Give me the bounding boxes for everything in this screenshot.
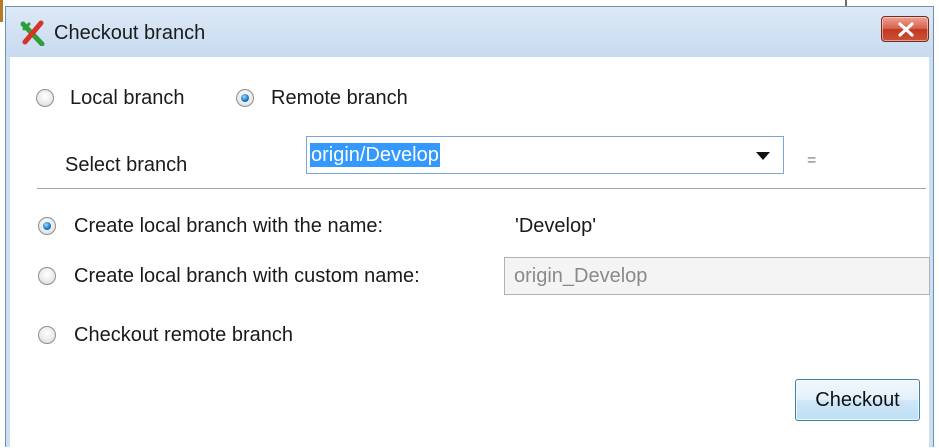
window-title: Checkout branch — [54, 22, 206, 44]
remote-branch-label[interactable]: Remote branch — [271, 86, 408, 110]
create-named-branch-radio[interactable] — [38, 217, 56, 235]
custom-branch-name-field[interactable] — [504, 257, 930, 295]
create-named-branch-label[interactable]: Create local branch with the name: — [74, 214, 383, 238]
dialog-body: Local branch Remote branch Select branch… — [10, 57, 930, 448]
selected-branch-value[interactable]: origin/Develop — [310, 143, 440, 167]
custom-branch-name-input[interactable] — [505, 258, 929, 294]
checkout-button[interactable]: Checkout — [795, 379, 920, 421]
branch-equals-indicator: = — [807, 152, 817, 169]
section-divider — [37, 188, 926, 189]
select-branch-label: Select branch — [65, 154, 188, 176]
local-branch-radio[interactable] — [36, 89, 54, 107]
close-x-icon — [898, 22, 914, 37]
create-custom-branch-label[interactable]: Create local branch with custom name: — [74, 264, 420, 288]
remote-branch-radio[interactable] — [236, 89, 254, 107]
chevron-down-icon[interactable] — [756, 152, 770, 160]
close-button[interactable] — [881, 16, 929, 42]
checkout-remote-branch-label[interactable]: Checkout remote branch — [74, 323, 293, 347]
title-bar[interactable]: Checkout branch — [6, 7, 933, 57]
checkout-remote-branch-radio[interactable] — [38, 326, 56, 344]
local-branch-name-value: 'Develop' — [515, 215, 597, 237]
branch-select-dropdown[interactable]: origin/Develop — [306, 136, 784, 174]
background-window-edge — [0, 0, 3, 22]
checkout-branch-dialog: Checkout branch Local branch Remote bran… — [5, 6, 934, 448]
local-branch-label[interactable]: Local branch — [70, 86, 185, 110]
create-custom-branch-radio[interactable] — [38, 267, 56, 285]
git-cross-icon — [20, 20, 46, 47]
